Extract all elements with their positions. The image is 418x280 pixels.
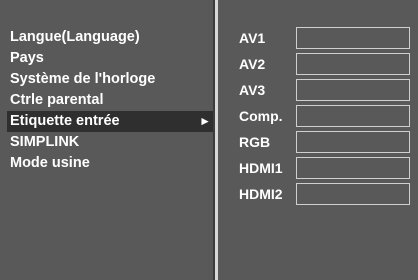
menu-item-langue[interactable]: Langue(Language): [7, 27, 217, 48]
input-name: AV1: [239, 30, 266, 46]
input-row-comp: Comp.: [239, 105, 413, 127]
menu-item-label: Etiquette entrée: [10, 113, 120, 129]
input-label-field-av1[interactable]: [296, 27, 410, 49]
menu-item-etiquette-entree[interactable]: Etiquette entrée ►: [7, 111, 217, 132]
setup-menu-panel: Langue(Language) Pays Système de l'horlo…: [0, 0, 217, 280]
input-label-field-rgb[interactable]: [296, 131, 410, 153]
osd-screen: Langue(Language) Pays Système de l'horlo…: [0, 0, 418, 280]
menu-item-label: Ctrle parental: [10, 92, 104, 108]
input-name: AV3: [239, 82, 266, 98]
menu-item-label: Mode usine: [10, 155, 90, 171]
setup-menu-list: Langue(Language) Pays Système de l'horlo…: [7, 27, 217, 174]
input-label-field-hdmi2[interactable]: [296, 183, 410, 205]
input-name: Comp.: [239, 108, 283, 124]
input-name: HDMI1: [239, 160, 283, 176]
menu-item-label: Système de l'horloge: [10, 71, 156, 87]
submenu-arrow-icon: ►: [199, 114, 211, 128]
input-row-av1: AV1: [239, 27, 413, 49]
menu-item-mode-usine[interactable]: Mode usine: [7, 153, 217, 174]
input-label-field-hdmi1[interactable]: [296, 157, 410, 179]
input-name: AV2: [239, 56, 266, 72]
input-name: HDMI2: [239, 186, 283, 202]
input-label-field-av2[interactable]: [296, 53, 410, 75]
menu-item-ctrle-parental[interactable]: Ctrle parental: [7, 90, 217, 111]
input-row-av2: AV2: [239, 53, 413, 75]
input-label-field-comp[interactable]: [296, 105, 410, 127]
input-label-field-av3[interactable]: [296, 79, 410, 101]
input-row-hdmi1: HDMI1: [239, 157, 413, 179]
menu-item-systeme-horloge[interactable]: Système de l'horloge: [7, 69, 217, 90]
input-row-hdmi2: HDMI2: [239, 183, 413, 205]
menu-item-label: Langue(Language): [10, 29, 140, 45]
menu-item-label: SIMPLINK: [10, 134, 80, 150]
input-name: RGB: [239, 134, 271, 150]
menu-item-pays[interactable]: Pays: [7, 48, 217, 69]
menu-item-label: Pays: [10, 50, 44, 66]
menu-item-simplink[interactable]: SIMPLINK: [7, 132, 217, 153]
input-row-rgb: RGB: [239, 131, 413, 153]
input-row-av3: AV3: [239, 79, 413, 101]
